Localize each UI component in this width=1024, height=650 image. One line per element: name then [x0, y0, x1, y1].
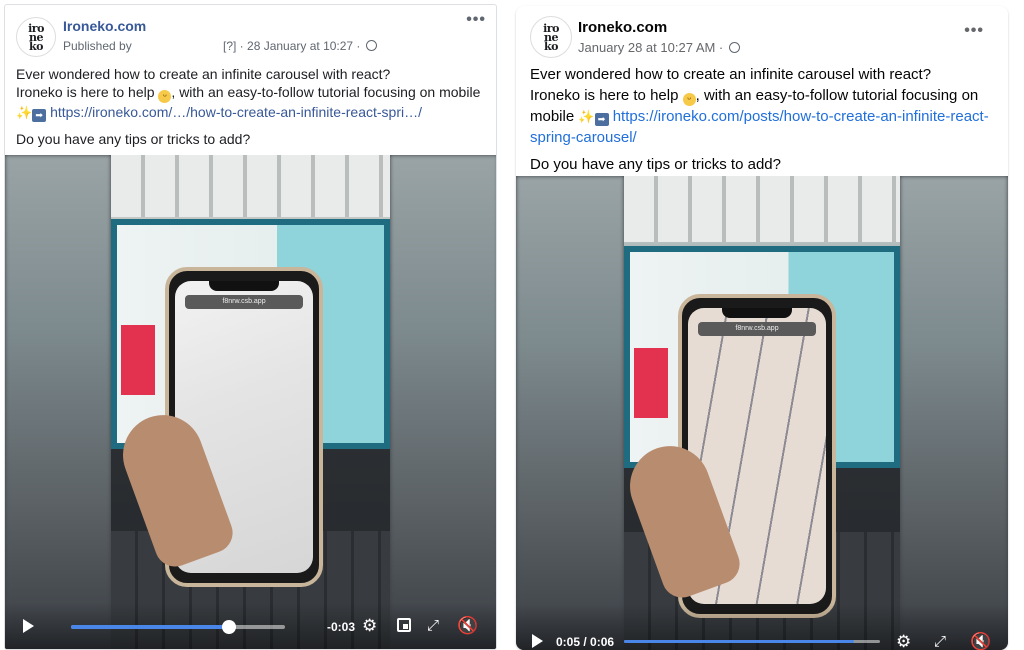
video-blur-right — [900, 176, 1008, 650]
post-line-2b: , with an easy-to-follow tutorial focusi… — [171, 84, 481, 100]
video-controls: -0:03 ⚙ ⤢ 🔇 — [5, 603, 496, 649]
gear-icon[interactable]: ⚙ — [896, 633, 911, 650]
video-blur-left — [516, 176, 624, 650]
post-date[interactable]: January 28 at 10:27 AM · — [578, 40, 740, 55]
gear-icon[interactable]: ⚙ — [362, 617, 377, 634]
post-question: Do you have any tips or tricks to add? — [16, 131, 251, 147]
avatar-text-3: ko — [29, 39, 43, 53]
globe-icon — [728, 42, 740, 53]
date-text: 28 January at 10:27 · — [247, 39, 361, 53]
scene-monitor-card — [634, 348, 668, 418]
video-frame: f8nrw.csb.app — [111, 155, 390, 649]
page-avatar[interactable]: iro ne ko — [530, 16, 572, 58]
more-options-button[interactable]: ••• — [466, 11, 486, 29]
post-line-2: Ironeko is here to help ᵕ, with an easy-… — [530, 85, 992, 148]
grinning-face-emoji-icon: ᵕ — [682, 93, 696, 106]
fullscreen-icon[interactable]: ⤢ — [427, 617, 439, 634]
sparkles-icon: ✨ — [578, 109, 595, 124]
date-prefix: [?] · — [223, 39, 248, 53]
post-date[interactable]: [?] · 28 January at 10:27 · — [223, 39, 377, 53]
progress-knob[interactable] — [222, 620, 237, 634]
progress-bar[interactable] — [624, 640, 880, 643]
play-button[interactable] — [532, 634, 543, 648]
post-body: Ever wondered how to create an infinite … — [530, 64, 992, 175]
post-line-1: Ever wondered how to create an infinite … — [16, 66, 391, 82]
video-player[interactable]: f8nrw.csb.app 0:05 / 0:06 ⚙ ⤢ 🔇 — [516, 176, 1008, 650]
page-name-link[interactable]: Ironeko.com — [63, 18, 146, 34]
play-button[interactable] — [23, 619, 34, 633]
avatar-text-3: ko — [544, 39, 558, 53]
sparkles-icon: ✨ — [16, 105, 33, 120]
video-frame: f8nrw.csb.app — [624, 176, 900, 650]
fullscreen-icon[interactable]: ⤢ — [934, 633, 946, 650]
time-remaining: -0:03 — [327, 620, 356, 634]
time-display: 0:05 / 0:06 — [556, 635, 615, 649]
post-line-1: Ever wondered how to create an infinite … — [530, 66, 932, 83]
phone-url-bar: f8nrw.csb.app — [698, 322, 816, 336]
muted-volume-icon[interactable]: 🔇 — [970, 633, 991, 650]
facebook-post-new: iro ne ko Ironeko.com January 28 at 10:2… — [516, 6, 1008, 650]
video-controls: 0:05 / 0:06 ⚙ ⤢ 🔇 — [516, 604, 1008, 650]
video-blur-left — [5, 155, 111, 649]
globe-icon — [365, 40, 377, 51]
video-player[interactable]: f8nrw.csb.app -0:03 ⚙ ⤢ 🔇 — [5, 155, 496, 649]
published-by-label: Published by — [63, 39, 132, 53]
scene-window — [111, 155, 390, 217]
page-name-link[interactable]: Ironeko.com — [578, 19, 667, 36]
post-line-2: Ironeko is here to help ᵕ, with an easy-… — [16, 83, 490, 103]
progress-bar[interactable] — [71, 620, 285, 634]
muted-volume-icon[interactable]: 🔇 — [457, 617, 478, 634]
post-line-2a: Ironeko is here to help — [16, 84, 155, 100]
progress-fill — [71, 625, 230, 629]
post-line-3: ✨ ➡ https://ironeko.com/…/how-to-create-a… — [16, 103, 490, 122]
post-question: Do you have any tips or tricks to add? — [530, 156, 781, 173]
scene-monitor-card — [121, 325, 155, 395]
video-blur-right — [390, 155, 496, 649]
article-link[interactable]: https://ironeko.com/…/how-to-create-an-i… — [50, 104, 422, 120]
post-line-2a: Ironeko is here to help — [530, 87, 679, 104]
page-avatar[interactable]: iro ne ko — [16, 17, 56, 57]
grinning-face-emoji-icon: ᵕ — [158, 90, 172, 103]
phone-url-bar: f8nrw.csb.app — [185, 295, 303, 309]
more-options-button[interactable]: ••• — [964, 22, 984, 40]
picture-in-picture-icon[interactable] — [397, 618, 411, 632]
progress-fill — [624, 640, 855, 643]
date-text: January 28 at 10:27 AM · — [578, 40, 724, 55]
scene-window — [624, 176, 900, 242]
facebook-post-classic: iro ne ko Ironeko.com Published by [?] ·… — [4, 4, 497, 650]
right-arrow-icon: ➡ — [594, 113, 609, 126]
post-body: Ever wondered how to create an infinite … — [16, 65, 490, 148]
right-arrow-icon: ➡ — [32, 109, 47, 122]
